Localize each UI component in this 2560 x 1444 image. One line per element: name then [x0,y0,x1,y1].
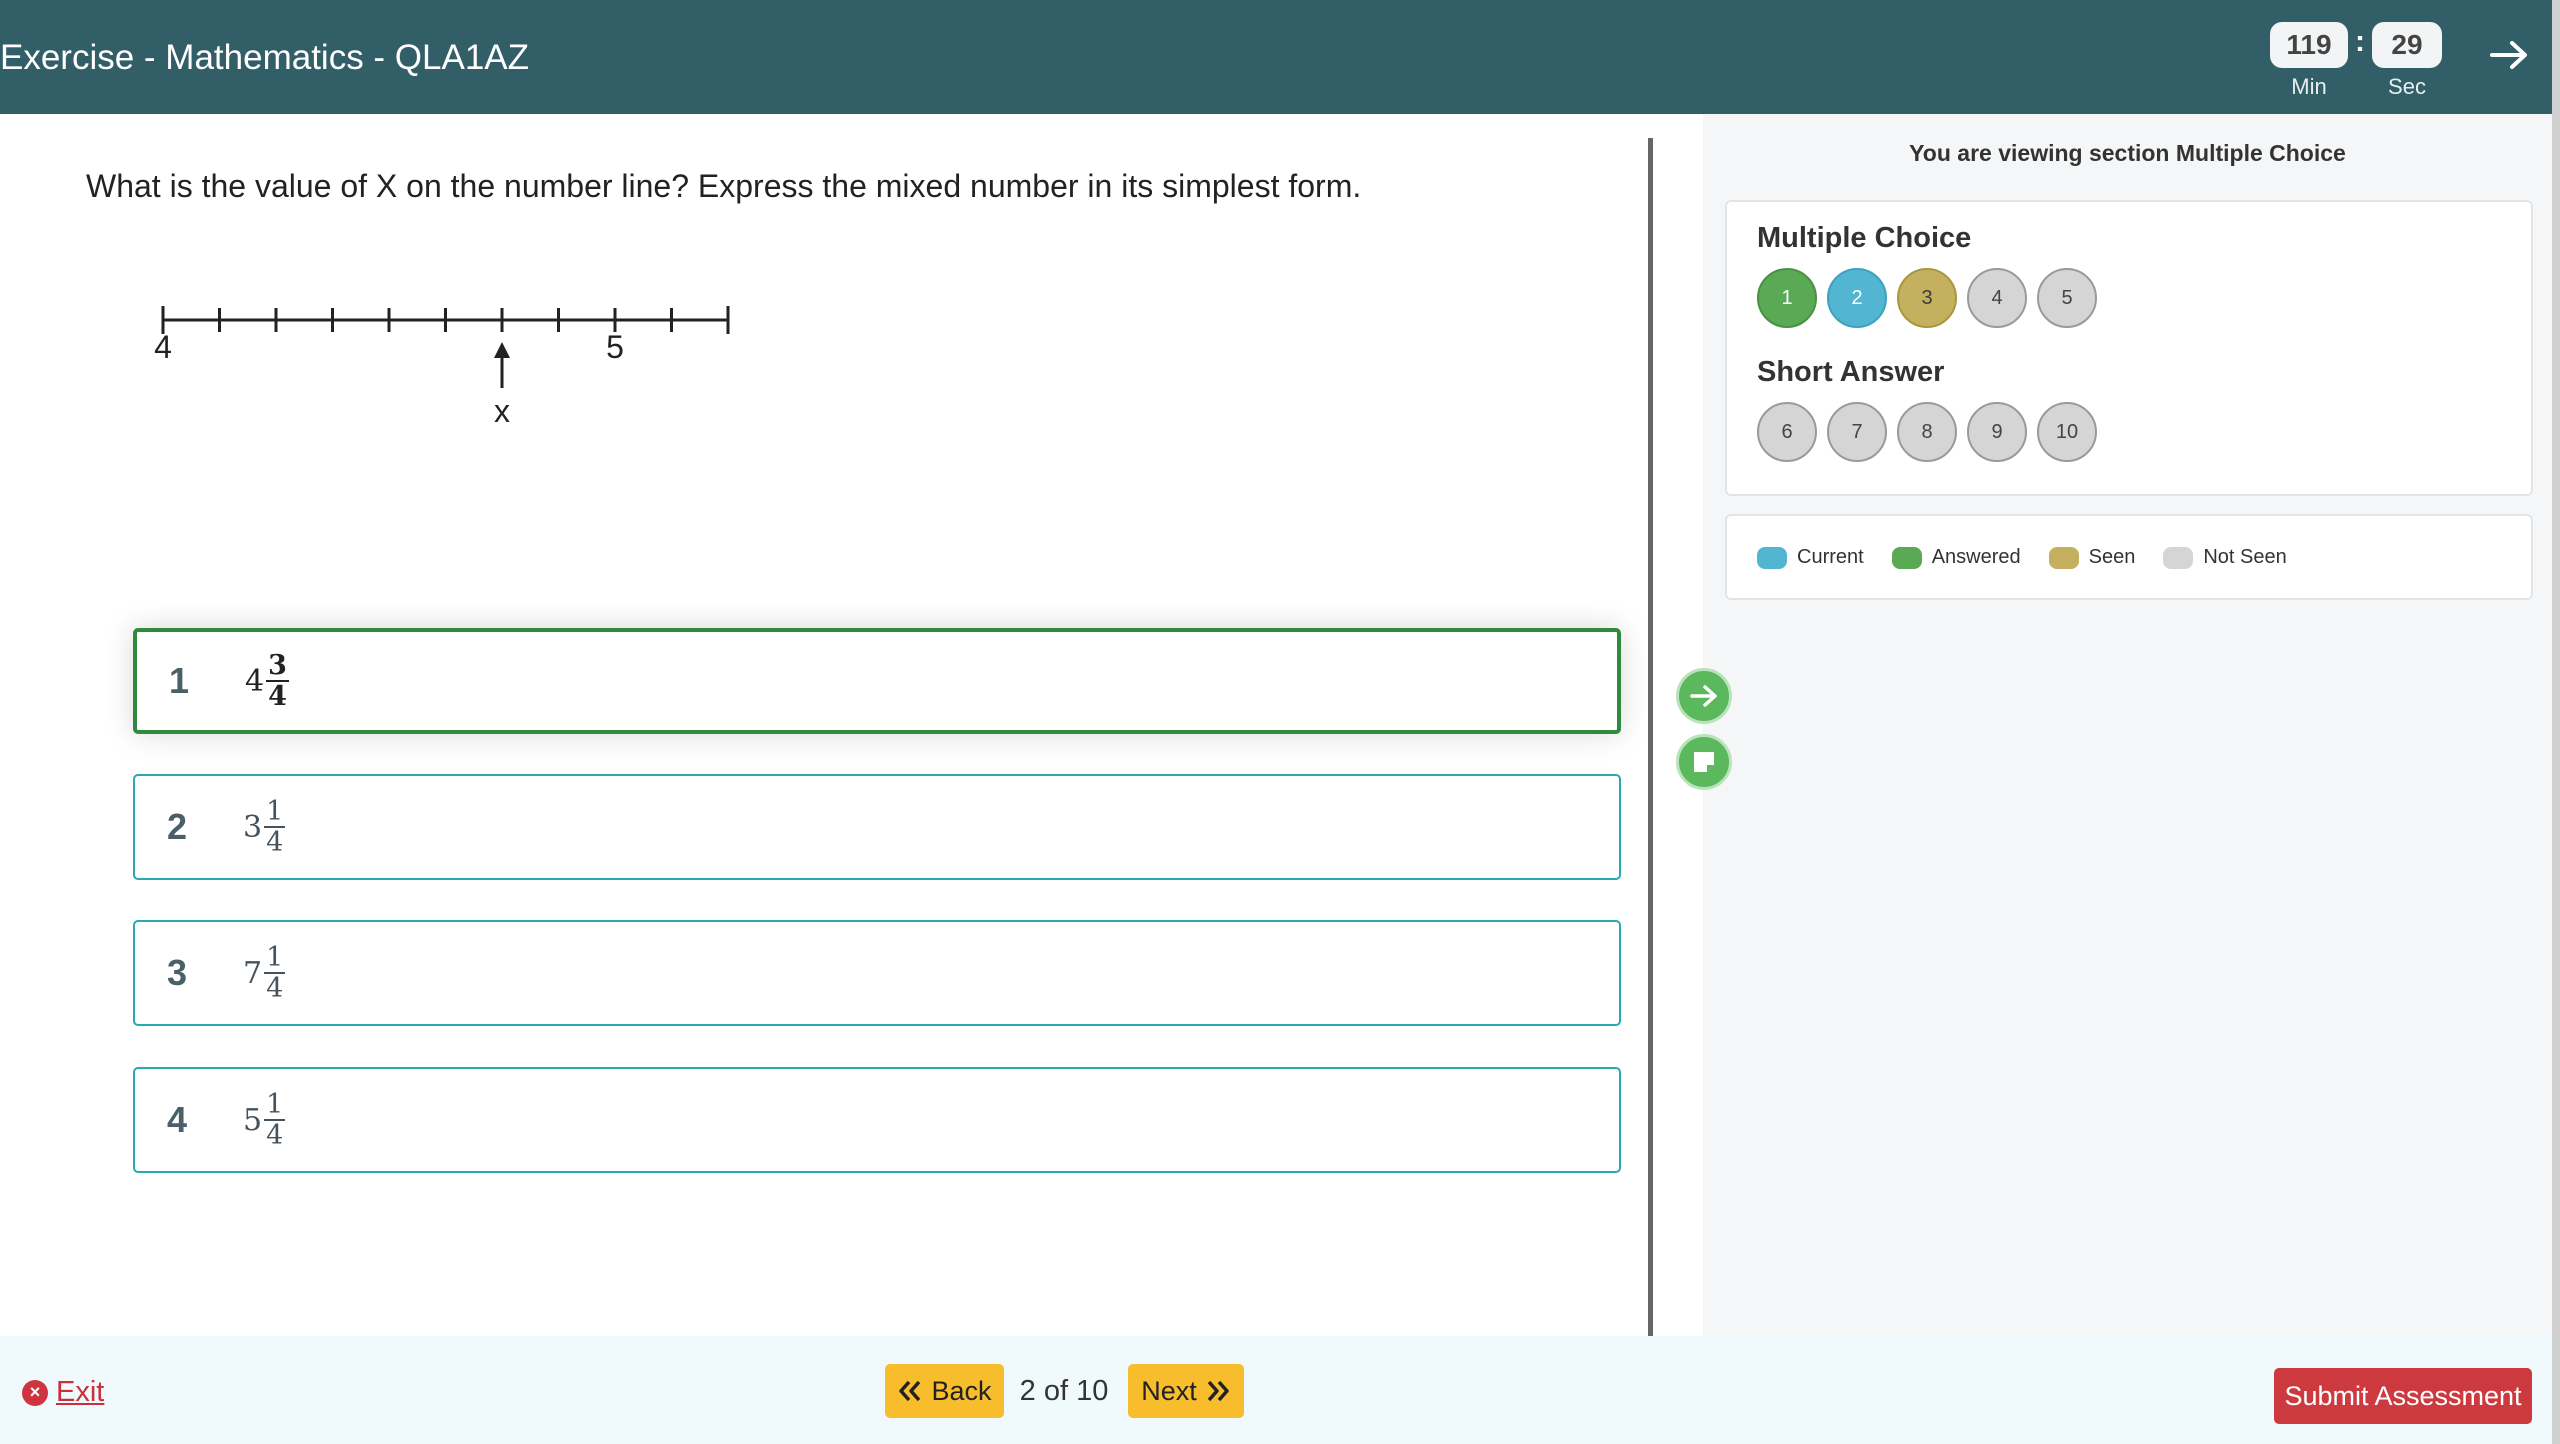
timer-seconds-value: 29 [2372,22,2442,68]
option-whole: 4 [245,663,265,699]
multiple-choice-question-list: 1 2 3 4 5 [1757,268,2107,328]
question-navigator-panel: You are viewing section Multiple Choice … [1703,114,2552,1336]
option-denominator: 4 [266,827,284,858]
answer-option-2[interactable]: 2 3 14 [133,774,1621,880]
arrow-right-icon[interactable] [2484,30,2534,80]
question-bubble-5[interactable]: 5 [2037,268,2097,328]
option-numerator: 1 [264,796,286,828]
option-whole: 7 [243,955,263,991]
next-label: Next [1141,1375,1197,1406]
question-bubble-6[interactable]: 6 [1757,402,1817,462]
back-label: Back [931,1375,992,1406]
answer-option-4[interactable]: 4 5 14 [133,1067,1621,1173]
question-bubble-3[interactable]: 3 [1897,268,1957,328]
option-whole: 3 [243,809,263,845]
back-button[interactable]: Back [885,1364,1004,1418]
timer-separator: : [2355,25,2365,58]
next-question-button[interactable] [1676,668,1732,724]
section-title-short-answer: Short Answer [1757,356,1945,388]
submit-assessment-button[interactable]: Submit Assessment [2274,1368,2532,1424]
question-bubble-2[interactable]: 2 [1827,268,1887,328]
timer-minutes-label: Min [2291,74,2327,99]
exit-link[interactable]: × Exit [22,1376,104,1409]
number-line-marker-label: x [494,393,510,429]
page-title: Exercise - Mathematics - QLA1AZ [0,38,530,77]
question-bubble-4[interactable]: 4 [1967,268,2027,328]
option-whole: 5 [243,1102,263,1138]
legend-seen: Seen [2048,546,2135,569]
arrow-right-icon [1690,685,1717,707]
section-heading: You are viewing section Multiple Choice [1909,140,2346,166]
option-denominator: 4 [266,973,284,1004]
option-mixed-number: 5 14 [243,1089,286,1151]
timer-seconds: 29 Sec [2372,22,2442,100]
question-bubble-7[interactable]: 7 [1827,402,1887,462]
panel-divider [1648,138,1653,1336]
option-number: 4 [167,1099,188,1140]
short-answer-question-list: 6 7 8 9 10 [1757,402,2107,462]
option-number: 1 [169,660,190,701]
number-line-diagram: 4 5 x [154,306,730,429]
section-title-multiple-choice: Multiple Choice [1757,222,1972,254]
option-denominator: 4 [268,681,287,712]
answer-option-1[interactable]: 1 4 34 [133,628,1621,734]
legend-not-seen: Not Seen [2163,546,2287,569]
option-number: 3 [167,952,188,993]
question-bubble-1[interactable]: 1 [1757,268,1817,328]
header-bar: Exercise - Mathematics - QLA1AZ 119 Min … [0,0,2560,114]
double-chevron-left-icon [899,1380,921,1402]
number-line-end-label: 5 [606,329,624,365]
option-number: 2 [167,806,188,847]
exit-label: Exit [56,1376,105,1408]
note-icon [1694,752,1714,772]
option-denominator: 4 [266,1120,284,1151]
section-card: Multiple Choice 1 2 3 4 5 Short Answer 6… [1725,200,2533,496]
timer-minutes-value: 119 [2270,22,2348,68]
footer-bar: × Exit Back 2 of 10 Next Submit Assessme… [0,1336,2552,1444]
option-mixed-number: 7 14 [243,942,286,1004]
question-bubble-10[interactable]: 10 [2037,402,2097,462]
next-button[interactable]: Next [1128,1364,1244,1418]
option-numerator: 1 [264,942,286,974]
option-numerator: 3 [266,650,289,682]
question-bubble-9[interactable]: 9 [1967,402,2027,462]
timer-minutes: 119 Min [2270,22,2348,100]
close-circle-icon: × [22,1379,48,1406]
question-bubble-8[interactable]: 8 [1897,402,1957,462]
notes-button[interactable] [1676,734,1732,790]
legend-swatch [2048,546,2079,569]
timer-seconds-label: Sec [2388,74,2426,99]
answer-option-3[interactable]: 3 7 14 [133,920,1621,1026]
status-legend: Current Answered Seen Not Seen [1757,546,2315,569]
legend-swatch [1891,546,1922,569]
option-mixed-number: 3 14 [243,796,286,858]
scrollbar[interactable] [2552,0,2560,1444]
arrow-up-icon [494,342,510,388]
countdown-timer: 119 Min : 29 Sec [2270,22,2442,100]
page-indicator: 2 of 10 [1019,1374,1109,1407]
double-chevron-right-icon [1207,1380,1229,1402]
option-numerator: 1 [264,1089,286,1121]
legend-swatch [1757,546,1787,569]
legend-current: Current [1757,546,1864,569]
legend-swatch [2163,546,2194,569]
legend-card: Current Answered Seen Not Seen [1725,514,2533,600]
legend-answered: Answered [1891,546,2021,569]
number-line-start-label: 4 [154,329,172,365]
option-mixed-number: 4 34 [245,651,289,711]
question-text: What is the value of X on the number lin… [86,168,1362,204]
